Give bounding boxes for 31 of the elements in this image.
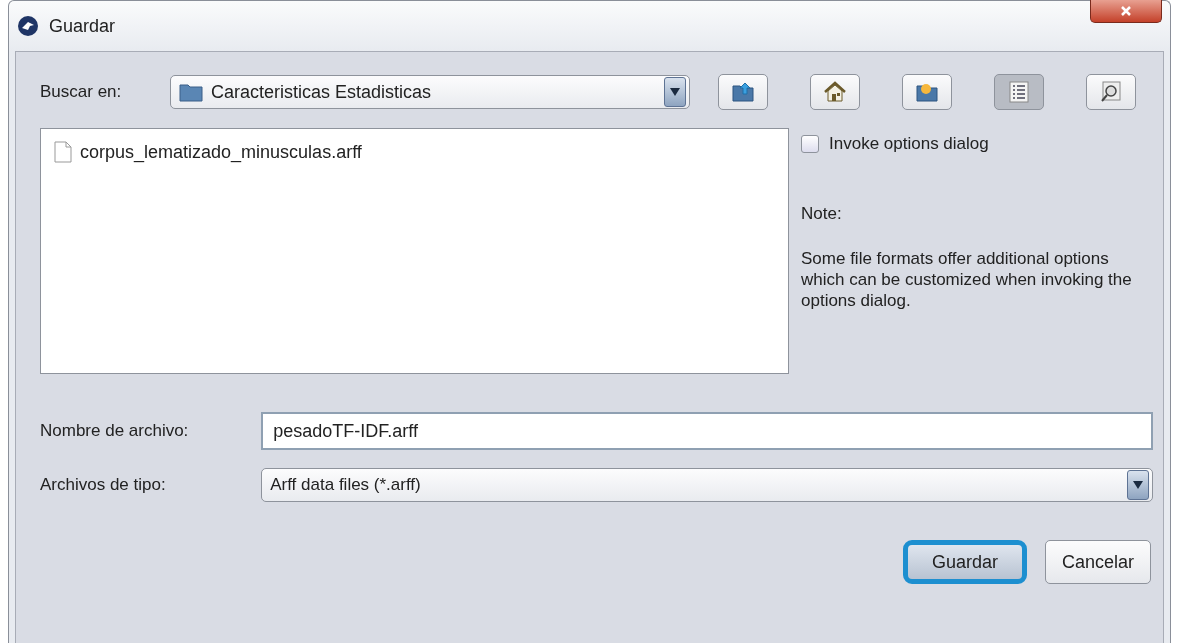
look-in-label: Buscar en:	[40, 82, 123, 102]
folder-up-icon	[731, 81, 755, 103]
file-item[interactable]: corpus_lematizado_minusculas.arff	[51, 139, 365, 165]
note-text: Some file formats offer additional options which can be customized when invoking the options dialog.	[801, 248, 1133, 311]
home-icon	[823, 81, 847, 103]
toolbar-button[interactable]	[810, 74, 860, 110]
save-button[interactable]: Guardar	[902, 540, 1027, 584]
file-type-label: Archivos de tipo:	[40, 475, 167, 495]
look-in-dropdown[interactable]: Caracteristicas Estadisticas	[170, 75, 690, 109]
toolbar-button[interactable]	[1086, 74, 1136, 110]
details-view-icon	[1100, 81, 1122, 103]
toolbar-button[interactable]	[994, 74, 1044, 110]
window-title: Guardar	[49, 15, 116, 37]
checkbox[interactable]	[801, 135, 819, 153]
new-folder-icon	[915, 81, 939, 103]
folder-icon	[179, 82, 203, 102]
caret-icon	[670, 88, 680, 96]
file-icon	[54, 141, 72, 163]
file-name-label: Nombre de archivo:	[40, 421, 190, 441]
note-title: Note:	[801, 204, 843, 224]
app-icon	[17, 15, 39, 37]
cancel-button[interactable]: Cancelar	[1044, 540, 1151, 584]
close-icon	[1120, 5, 1132, 17]
file-name-field[interactable]: pesadoTF-IDF.arff	[261, 412, 1153, 450]
list-view-icon	[1008, 81, 1030, 103]
close-button[interactable]	[1090, 0, 1162, 23]
checkbox-label: Invoke options dialog	[829, 134, 989, 154]
caret-icon	[1133, 481, 1143, 489]
toolbar-button[interactable]	[902, 74, 952, 110]
toolbar-button[interactable]	[718, 74, 768, 110]
file-type-dropdown[interactable]: Arff data files (*.arff)	[261, 468, 1153, 502]
